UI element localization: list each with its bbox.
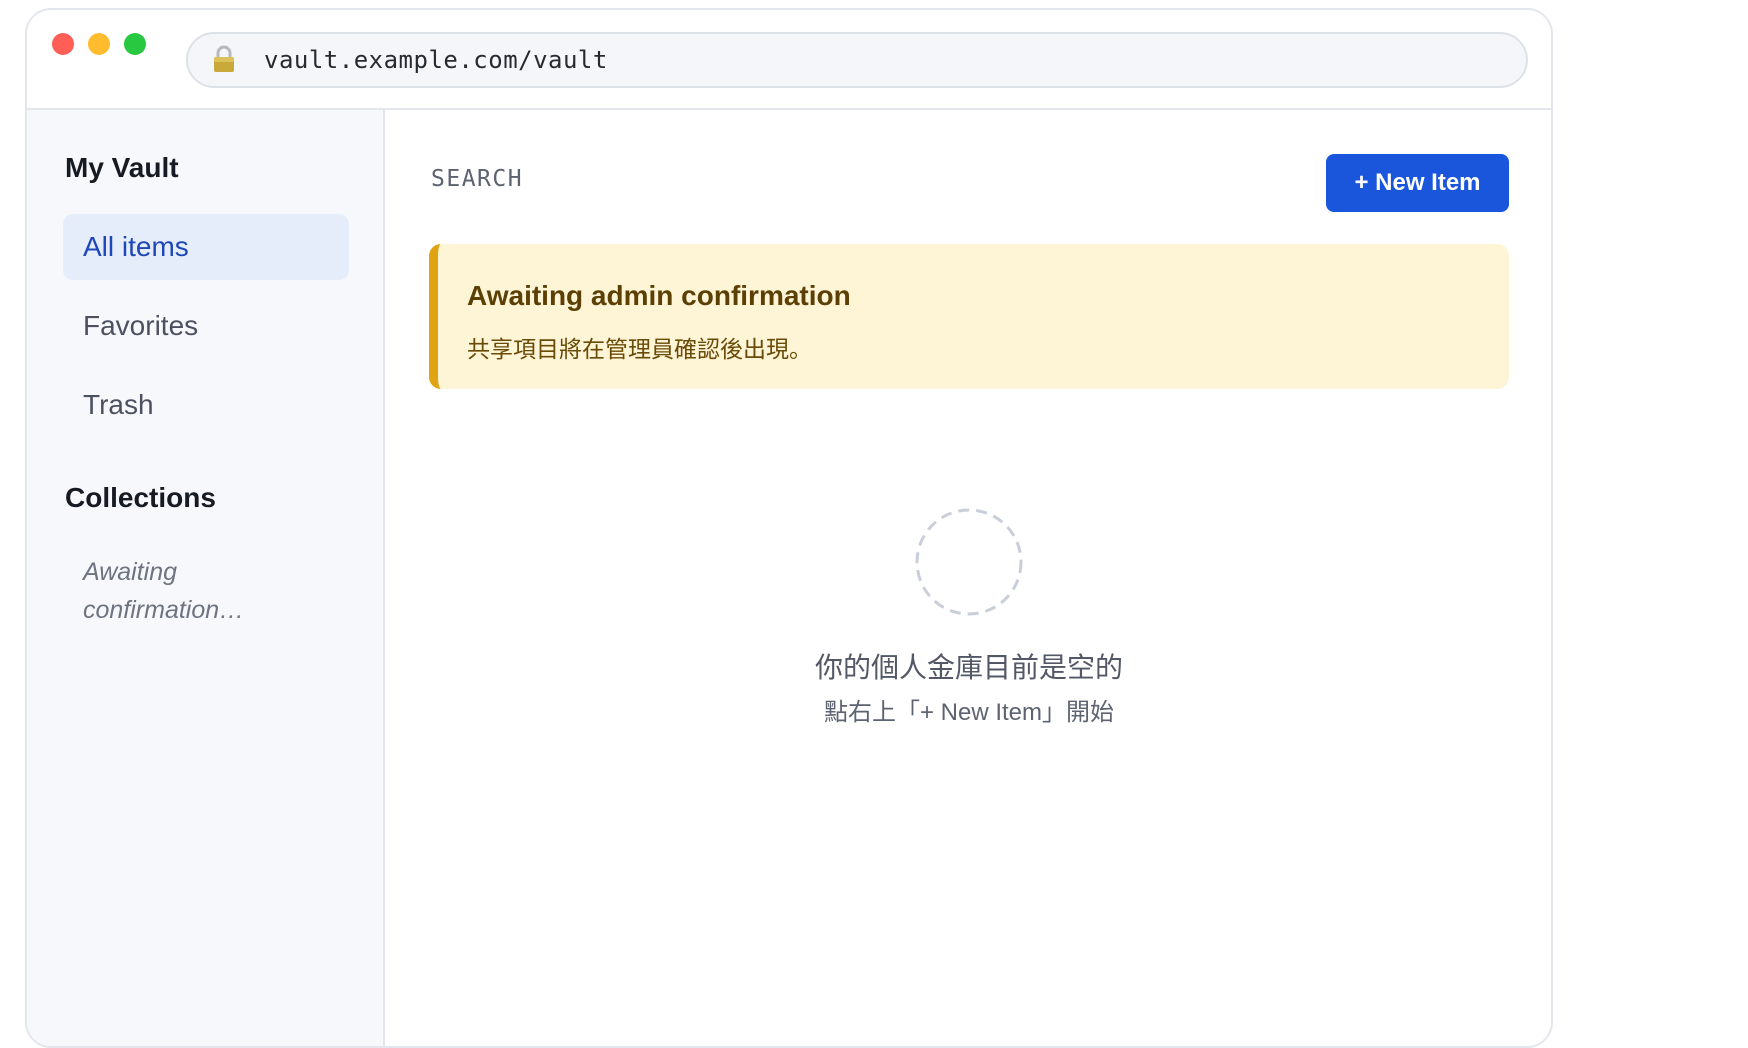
alert-title: Awaiting admin confirmation <box>467 280 851 311</box>
new-item-button[interactable]: + New Item <box>1326 154 1509 212</box>
browser-window: vault.example.com/vault My Vault All ite… <box>25 8 1553 1048</box>
sidebar-item-all-items[interactable]: All items <box>63 214 349 280</box>
sidebar-item-trash[interactable]: Trash <box>63 372 349 438</box>
empty-state-title: 你的個人金庫目前是空的 <box>814 652 1123 683</box>
browser-toolbar: vault.example.com/vault <box>27 10 1551 110</box>
lock-icon <box>214 45 234 72</box>
main-content: SEARCH + New Item Awaiting admin confirm… <box>385 110 1551 1046</box>
maximize-window-button[interactable] <box>124 33 146 55</box>
collections-placeholder: Awaiting confirmation… <box>83 558 245 624</box>
vault-title: My Vault <box>65 152 179 183</box>
sidebar-item-label: Trash <box>83 389 154 420</box>
pending-confirmation-alert: Awaiting admin confirmation 共享項目將在管理員確認後… <box>429 244 1509 389</box>
minimize-window-button[interactable] <box>88 33 110 55</box>
address-bar[interactable]: vault.example.com/vault <box>186 32 1528 88</box>
close-window-button[interactable] <box>52 33 74 55</box>
sidebar-item-favorites[interactable]: Favorites <box>63 293 349 359</box>
search-label: SEARCH <box>431 166 524 192</box>
alert-message: 共享項目將在管理員確認後出現。 <box>467 336 812 362</box>
sidebar-item-label: Favorites <box>83 310 199 341</box>
sidebar-item-label: All items <box>83 231 189 262</box>
empty-state-subtitle: 點右上「+ New Item」開始 <box>823 699 1115 726</box>
sidebar: My Vault All items Favorites Trash Colle… <box>27 110 385 1046</box>
url-text: vault.example.com/vault <box>264 46 608 74</box>
collections-heading: Collections <box>65 482 216 513</box>
empty-vault-icon <box>915 508 1023 616</box>
